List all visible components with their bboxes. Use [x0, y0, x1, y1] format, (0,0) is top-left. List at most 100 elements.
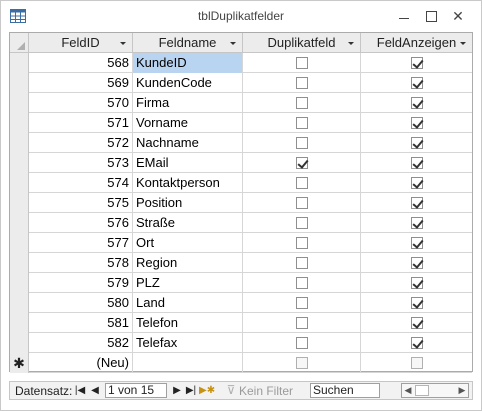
feldanzeigen-checkbox[interactable] [410, 317, 423, 329]
duplikatfeld-checkbox[interactable] [295, 197, 308, 209]
feldid-cell[interactable]: (Neu) [29, 353, 133, 373]
record-selector[interactable] [10, 113, 29, 133]
feldid-cell[interactable]: 574 [29, 173, 133, 193]
feldanzeigen-checkbox[interactable] [410, 337, 423, 349]
feldid-cell[interactable]: 577 [29, 233, 133, 253]
feldanzeigen-checkbox[interactable] [410, 357, 423, 369]
feldanzeigen-cell[interactable] [361, 93, 472, 113]
feldanzeigen-cell[interactable] [361, 213, 472, 233]
feldname-cell[interactable]: EMail [133, 153, 243, 173]
feldid-cell[interactable]: 572 [29, 133, 133, 153]
previous-record-icon[interactable]: ◀ [88, 383, 102, 398]
dropdown-arrow-icon[interactable] [348, 42, 354, 45]
duplikatfeld-checkbox[interactable] [295, 117, 308, 129]
first-record-icon[interactable]: |◀ [73, 383, 87, 398]
feldid-cell[interactable]: 569 [29, 73, 133, 93]
feldanzeigen-cell[interactable] [361, 173, 472, 193]
next-record-icon[interactable]: ▶ [170, 383, 184, 398]
duplikatfeld-checkbox[interactable] [295, 57, 308, 69]
table-row[interactable]: 578 Region [10, 253, 472, 273]
duplikatfeld-cell[interactable] [243, 233, 361, 253]
duplikatfeld-cell[interactable] [243, 53, 361, 73]
duplikatfeld-cell[interactable] [243, 133, 361, 153]
duplikatfeld-checkbox[interactable] [295, 257, 308, 269]
feldname-cell[interactable]: KundenCode [133, 73, 243, 93]
feldid-cell[interactable]: 575 [29, 193, 133, 213]
feldanzeigen-cell[interactable] [361, 273, 472, 293]
feldid-cell[interactable]: 580 [29, 293, 133, 313]
feldanzeigen-cell[interactable] [361, 233, 472, 253]
duplikatfeld-cell[interactable] [243, 273, 361, 293]
feldid-cell[interactable]: 568 [29, 53, 133, 73]
duplikatfeld-cell[interactable] [243, 73, 361, 93]
horizontal-scrollbar[interactable]: ◀ ▶ [401, 383, 469, 398]
record-selector[interactable] [10, 193, 29, 213]
feldanzeigen-cell[interactable] [361, 53, 472, 73]
feldanzeigen-checkbox[interactable] [410, 277, 423, 289]
duplikatfeld-checkbox[interactable] [295, 237, 308, 249]
feldname-cell[interactable] [133, 353, 243, 373]
record-selector[interactable] [10, 173, 29, 193]
duplikatfeld-cell[interactable] [243, 113, 361, 133]
table-row[interactable]: 568 KundeID [10, 53, 472, 73]
column-header-feldname[interactable]: Feldname [133, 33, 243, 53]
record-selector[interactable] [10, 233, 29, 253]
new-record-row[interactable]: ✱ (Neu) [10, 353, 472, 373]
last-record-icon[interactable]: ▶| [184, 383, 198, 398]
duplikatfeld-checkbox[interactable] [295, 317, 308, 329]
feldname-cell[interactable]: Vorname [133, 113, 243, 133]
table-row[interactable]: 574 Kontaktperson [10, 173, 472, 193]
duplikatfeld-cell[interactable] [243, 333, 361, 353]
feldid-cell[interactable]: 582 [29, 333, 133, 353]
duplikatfeld-cell[interactable] [243, 293, 361, 313]
record-selector[interactable] [10, 253, 29, 273]
feldid-cell[interactable]: 579 [29, 273, 133, 293]
duplikatfeld-cell[interactable] [243, 153, 361, 173]
feldanzeigen-checkbox[interactable] [410, 297, 423, 309]
feldname-cell[interactable]: Telefon [133, 313, 243, 333]
feldanzeigen-checkbox[interactable] [410, 77, 423, 89]
feldanzeigen-cell[interactable] [361, 253, 472, 273]
duplikatfeld-checkbox[interactable] [295, 77, 308, 89]
new-record-icon[interactable]: ▶✱ [199, 383, 215, 398]
filter-status[interactable]: Kein Filter [239, 384, 293, 398]
feldanzeigen-cell[interactable] [361, 193, 472, 213]
feldanzeigen-checkbox[interactable] [410, 117, 423, 129]
duplikatfeld-cell[interactable] [243, 173, 361, 193]
feldanzeigen-checkbox[interactable] [410, 97, 423, 109]
feldid-cell[interactable]: 576 [29, 213, 133, 233]
duplikatfeld-checkbox[interactable] [295, 177, 308, 189]
feldanzeigen-checkbox[interactable] [410, 217, 423, 229]
feldanzeigen-checkbox[interactable] [410, 177, 423, 189]
duplikatfeld-cell[interactable] [243, 353, 361, 373]
duplikatfeld-checkbox[interactable] [295, 217, 308, 229]
feldname-cell[interactable]: Nachname [133, 133, 243, 153]
feldname-cell[interactable]: KundeID [133, 53, 243, 73]
record-position-input[interactable]: 1 von 15 [105, 383, 167, 398]
feldanzeigen-checkbox[interactable] [410, 157, 423, 169]
dropdown-arrow-icon[interactable] [230, 42, 236, 45]
scroll-right-icon[interactable]: ▶ [456, 384, 468, 397]
feldanzeigen-checkbox[interactable] [410, 237, 423, 249]
feldid-cell[interactable]: 571 [29, 113, 133, 133]
table-row[interactable]: 575 Position [10, 193, 472, 213]
feldid-cell[interactable]: 573 [29, 153, 133, 173]
feldname-cell[interactable]: Kontaktperson [133, 173, 243, 193]
record-selector[interactable] [10, 313, 29, 333]
dropdown-arrow-icon[interactable] [120, 42, 126, 45]
feldid-cell[interactable]: 570 [29, 93, 133, 113]
feldname-cell[interactable]: Position [133, 193, 243, 213]
select-all-corner[interactable] [10, 33, 29, 53]
duplikatfeld-checkbox[interactable] [295, 357, 308, 369]
feldname-cell[interactable]: Ort [133, 233, 243, 253]
close-button[interactable]: ✕ [445, 5, 471, 27]
new-record-marker[interactable]: ✱ [10, 353, 29, 373]
duplikatfeld-cell[interactable] [243, 313, 361, 333]
table-row[interactable]: 573 EMail [10, 153, 472, 173]
feldanzeigen-cell[interactable] [361, 133, 472, 153]
scroll-thumb[interactable] [415, 385, 429, 396]
maximize-button[interactable] [418, 5, 444, 27]
record-selector[interactable] [10, 53, 29, 73]
duplikatfeld-cell[interactable] [243, 193, 361, 213]
duplikatfeld-checkbox[interactable] [295, 277, 308, 289]
